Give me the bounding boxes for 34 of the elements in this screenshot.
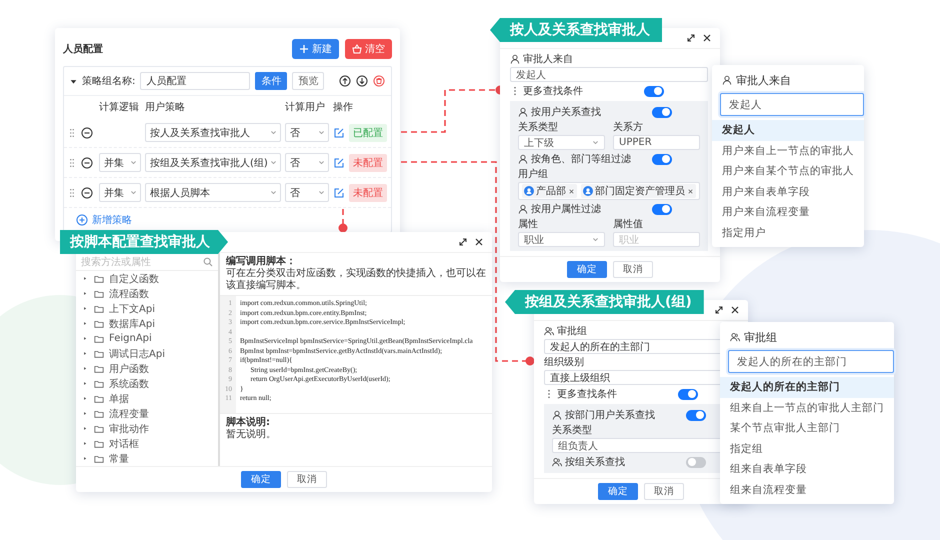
field-label: 属性值 <box>613 218 644 230</box>
field-label: 关系类型 <box>552 424 592 437</box>
toggle-label: 更多查找条件 <box>523 84 584 98</box>
field-label: 审批组 <box>557 324 587 338</box>
dropdown-title: 审批组 <box>744 330 777 344</box>
column-header: 计算用户 <box>285 100 326 114</box>
status-badge: 未配置 <box>349 154 387 172</box>
callout-tag: 按脚本配置查找审批人 <box>60 230 228 254</box>
toggle-label: 按用户属性过滤 <box>531 202 602 216</box>
field-label: 审批人来自 <box>523 52 573 66</box>
toggle-label: 按角色、部门等组过滤 <box>531 152 632 166</box>
field-label: 组织级别 <box>544 356 584 369</box>
status-badge: 已配置 <box>349 124 387 142</box>
field-label: 策略组名称: <box>82 75 136 88</box>
panel-title: 人员配置 <box>63 42 104 56</box>
toggle-label: 按用户关系查找 <box>531 106 602 119</box>
section-heading: 编写调用脚本： <box>226 256 297 268</box>
field-label: 关系类型 <box>518 121 559 133</box>
field-label: 属性 <box>518 218 539 230</box>
status-badge: 未配置 <box>349 184 387 202</box>
section-heading: 脚本说明: <box>226 417 271 428</box>
column-header: 用户策略 <box>145 100 186 114</box>
field-label: 关系方 <box>613 121 644 133</box>
column-header: 操作 <box>333 101 354 114</box>
column-header: 计算逻辑 <box>99 100 140 114</box>
toggle-label: 按部门用户关系查找 <box>565 408 656 422</box>
field-label: 用户组 <box>518 168 548 181</box>
note-text: 暂无说明。 <box>226 429 277 441</box>
callout-tag: 按组及关系查找审批人(组) <box>505 290 704 314</box>
toggle-label: 更多查找条件 <box>557 388 618 401</box>
callout-tag: 按人及关系查找审批人 <box>490 18 662 42</box>
toggle-label: 按组关系查找 <box>565 456 626 469</box>
dropdown-title: 审批人来自 <box>736 72 791 88</box>
hint-text: 可在左分类双击对应函数，实现函数的快捷插入，也可以在该直接编写脚本。 <box>226 268 486 292</box>
